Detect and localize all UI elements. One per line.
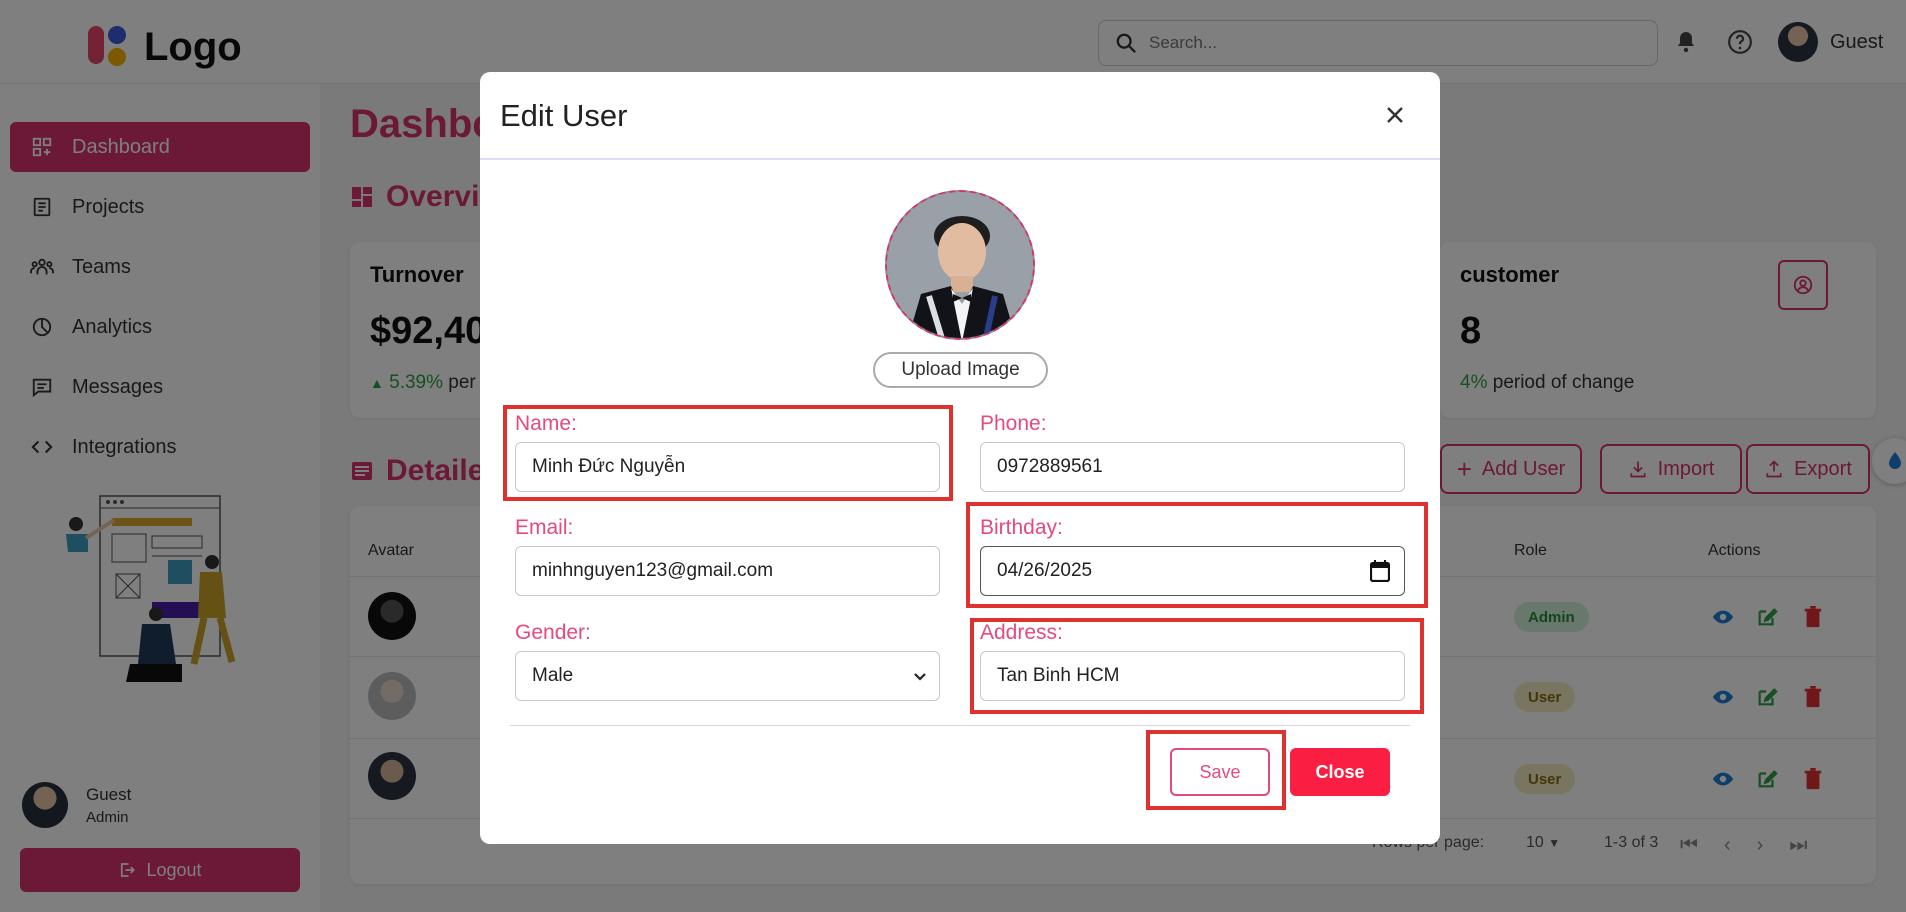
gender-value: Male xyxy=(532,665,574,686)
user-photo xyxy=(885,190,1035,340)
calendar-icon[interactable] xyxy=(1370,560,1390,582)
name-label: Name: xyxy=(515,412,577,435)
address-field[interactable]: Tan Binh HCM xyxy=(980,651,1405,701)
save-button[interactable]: Save xyxy=(1170,748,1270,796)
birthday-label: Birthday: xyxy=(980,516,1063,539)
modal-header: Edit User xyxy=(480,72,1440,160)
name-field[interactable]: Minh Đức Nguyễn xyxy=(515,442,940,492)
phone-field[interactable]: 0972889561 xyxy=(980,442,1405,492)
close-button[interactable]: Close xyxy=(1290,748,1390,796)
upload-image-button[interactable]: Upload Image xyxy=(873,352,1048,388)
email-field[interactable]: minhnguyen123@gmail.com xyxy=(515,546,940,596)
close-icon[interactable] xyxy=(1380,100,1410,130)
email-label: Email: xyxy=(515,516,574,539)
chevron-down-icon xyxy=(914,673,926,681)
gender-label: Gender: xyxy=(515,621,591,644)
portrait-image xyxy=(887,192,1033,338)
modal-title: Edit User xyxy=(500,98,628,133)
address-label: Address: xyxy=(980,621,1063,644)
edit-user-modal: Edit User Upload Image Name: Minh Đức Ng… xyxy=(480,72,1440,844)
birthday-value: 04/26/2025 xyxy=(997,560,1093,581)
gender-select[interactable]: Male xyxy=(515,651,940,701)
birthday-field[interactable]: 04/26/2025 xyxy=(980,546,1405,596)
modal-divider xyxy=(510,725,1410,726)
phone-label: Phone: xyxy=(980,412,1047,435)
